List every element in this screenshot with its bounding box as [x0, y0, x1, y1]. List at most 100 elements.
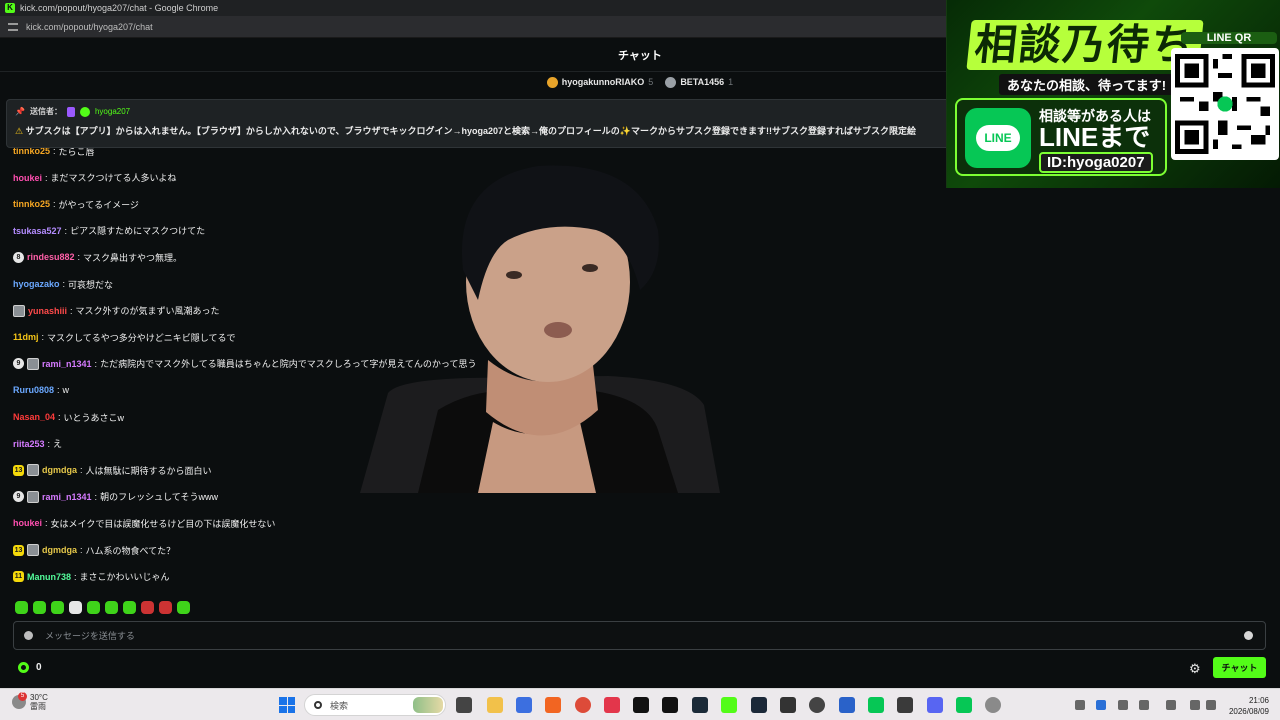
chat-username[interactable]: Ruru0808: [13, 385, 54, 395]
settings-icon[interactable]: [985, 697, 1001, 713]
emoji-picker-icon[interactable]: [1244, 631, 1253, 640]
chat-input-box[interactable]: [13, 621, 1266, 650]
subscriber-badge-icon: 9: [13, 358, 24, 370]
app-icon[interactable]: [839, 697, 855, 713]
app-icon[interactable]: [516, 697, 532, 713]
brave-browser-icon[interactable]: [545, 697, 561, 713]
weather-widget[interactable]: 5 30°C 雷雨: [12, 692, 48, 711]
og-badge-icon: [27, 357, 39, 370]
username-separator: :: [41, 332, 45, 343]
chat-message-text: 朝のフレッシュしてそうwww: [100, 492, 219, 503]
pin-icon: 📌: [15, 107, 25, 116]
username-separator: :: [53, 199, 56, 210]
chat-username[interactable]: tinnko25: [13, 199, 50, 209]
windows-start-icon[interactable]: [279, 697, 295, 713]
task-view-icon[interactable]: [456, 697, 472, 713]
chat-username[interactable]: Manun738: [27, 572, 71, 582]
capcut-icon[interactable]: [662, 697, 678, 713]
chat-username[interactable]: rindesu882: [27, 252, 75, 262]
chat-username[interactable]: riita253: [13, 439, 45, 449]
chat-message: tsukasa527: ピアス隠すためにマスクつけてた: [13, 224, 205, 238]
microphone-icon[interactable]: [1118, 700, 1128, 710]
chat-settings-gear-icon[interactable]: ⚙: [1189, 661, 1201, 677]
chat-username[interactable]: dgmdga: [42, 545, 77, 555]
app-icon[interactable]: [604, 697, 620, 713]
emote-icon[interactable]: [105, 601, 118, 614]
emote-icon[interactable]: [33, 601, 46, 614]
channel-points[interactable]: 0: [18, 662, 42, 673]
qr-code-icon: [1171, 48, 1279, 160]
chat-username[interactable]: tsukasa527: [13, 226, 62, 236]
ad-line-id: ID:hyoga0207: [1039, 152, 1153, 173]
site-info-icon[interactable]: [8, 22, 18, 31]
emote-icon[interactable]: [15, 601, 28, 614]
volume-icon[interactable]: [1206, 700, 1216, 710]
app-icon[interactable]: [692, 697, 708, 713]
chat-rules-icon[interactable]: [24, 631, 33, 640]
emote-icon[interactable]: [51, 601, 64, 614]
chat-username[interactable]: hyogazako: [13, 279, 60, 289]
onedrive-icon[interactable]: [1096, 700, 1106, 710]
chat-username[interactable]: dgmdga: [42, 465, 77, 475]
emote-icon[interactable]: [69, 601, 82, 614]
emote-icon[interactable]: [177, 601, 190, 614]
username-separator: :: [62, 279, 66, 289]
network-icon[interactable]: [1190, 700, 1200, 710]
leaderboard-item[interactable]: BETA1456 1: [665, 76, 733, 88]
line-icon[interactable]: [868, 697, 884, 713]
send-chat-button[interactable]: チャット: [1213, 657, 1266, 678]
chat-message: Ruru0808: w: [13, 383, 69, 397]
username-separator: :: [58, 412, 61, 422]
line-logo-icon: LINE: [965, 108, 1031, 168]
search-highlight-icon: [413, 697, 443, 713]
steam-icon[interactable]: [751, 697, 767, 713]
chat-message: Nasan_04: いとうあさこw: [13, 410, 124, 424]
taskbar-search[interactable]: 検索: [304, 694, 446, 716]
chat-message: 13 dgmdga: ハム系の物食べてた？: [13, 543, 175, 557]
pinned-label: 送信者：: [29, 107, 62, 116]
obs-icon[interactable]: [809, 697, 825, 713]
url-text[interactable]: kick.com/popout/hyoga207/chat: [26, 22, 153, 32]
taskbar-clock[interactable]: 21:06 2026/08/09: [1227, 695, 1269, 717]
discord-icon[interactable]: [927, 697, 943, 713]
kick-app-icon[interactable]: [721, 697, 737, 713]
tiktok-icon[interactable]: [633, 697, 649, 713]
emote-icon[interactable]: [141, 601, 154, 614]
username-separator: :: [45, 518, 48, 529]
chat-message-text: マスク外すのが気まずい風潮あった: [75, 306, 220, 317]
chat-username[interactable]: yunashiii: [28, 306, 67, 316]
chat-message: houkei: まだマスクつけてる人多いよね: [13, 171, 176, 185]
og-badge-icon: [13, 304, 25, 317]
line-ad-banner[interactable]: 相談乃待ち あなたの相談、待ってます! LINE 相談等がある人は LINEまで…: [946, 0, 1280, 188]
leaderboard-item[interactable]: hyogakunnoRIAKO 5: [546, 76, 653, 88]
pinned-message[interactable]: 📌 送信者： hyoga207 ⚠ サブスクは【アプリ】からは入れません。【ブラ…: [6, 99, 1006, 148]
chat-username[interactable]: Nasan_04: [13, 412, 55, 422]
username-separator: :: [45, 172, 48, 183]
subscriber-badge-icon: 11: [13, 571, 24, 583]
emote-icon[interactable]: [123, 601, 136, 614]
chat-username[interactable]: 11dmj: [13, 332, 39, 342]
streamer-overlay-image: [360, 165, 720, 493]
username-separator: :: [80, 545, 83, 555]
chat-message-input[interactable]: [45, 630, 1244, 641]
pinned-sender[interactable]: hyoga207: [95, 107, 130, 116]
app-icon[interactable]: [897, 697, 913, 713]
chat-username[interactable]: rami_n1341: [42, 492, 92, 502]
emote-icon[interactable]: [87, 601, 100, 614]
app-tray-icon[interactable]: [1166, 700, 1176, 710]
chat-message: 9 rami_n1341: 朝のフレッシュしてそうwww: [13, 490, 218, 504]
chat-username[interactable]: houkei: [13, 518, 42, 528]
search-icon: [314, 701, 322, 709]
emote-icon[interactable]: [159, 601, 172, 614]
chrome-icon[interactable]: [575, 697, 591, 713]
ad-line-box: LINE 相談等がある人は LINEまで ID:hyoga0207: [955, 98, 1167, 176]
file-explorer-icon[interactable]: [487, 697, 503, 713]
app-icon[interactable]: [780, 697, 796, 713]
tray-chevron-icon[interactable]: [1075, 700, 1085, 710]
thunderstorm-icon: 5: [12, 692, 27, 709]
chat-username[interactable]: rami_n1341: [42, 359, 92, 369]
line-icon[interactable]: [956, 697, 972, 713]
gold-rank-icon: [546, 76, 558, 88]
chat-username[interactable]: houkei: [13, 173, 42, 183]
app-tray-icon[interactable]: [1139, 700, 1149, 710]
